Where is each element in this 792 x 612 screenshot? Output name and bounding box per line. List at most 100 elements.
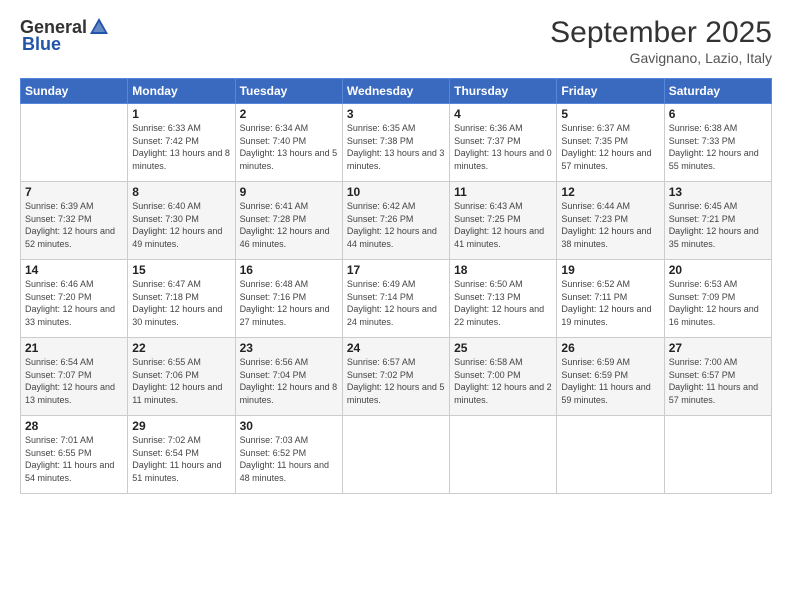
calendar-week-2: 7Sunrise: 6:39 AMSunset: 7:32 PMDaylight… — [21, 182, 772, 260]
day-number: 13 — [669, 185, 767, 199]
day-info: Sunrise: 6:59 AMSunset: 6:59 PMDaylight:… — [561, 356, 659, 406]
day-info: Sunrise: 6:44 AMSunset: 7:23 PMDaylight:… — [561, 200, 659, 250]
calendar-cell: 24Sunrise: 6:57 AMSunset: 7:02 PMDayligh… — [342, 338, 449, 416]
calendar-cell: 15Sunrise: 6:47 AMSunset: 7:18 PMDayligh… — [128, 260, 235, 338]
calendar-table: SundayMondayTuesdayWednesdayThursdayFrid… — [20, 78, 772, 494]
day-number: 15 — [132, 263, 230, 277]
day-number: 1 — [132, 107, 230, 121]
day-info: Sunrise: 6:33 AMSunset: 7:42 PMDaylight:… — [132, 122, 230, 172]
header-day-thursday: Thursday — [450, 79, 557, 104]
header-day-wednesday: Wednesday — [342, 79, 449, 104]
day-number: 11 — [454, 185, 552, 199]
calendar-cell: 5Sunrise: 6:37 AMSunset: 7:35 PMDaylight… — [557, 104, 664, 182]
calendar-cell: 14Sunrise: 6:46 AMSunset: 7:20 PMDayligh… — [21, 260, 128, 338]
calendar-cell: 8Sunrise: 6:40 AMSunset: 7:30 PMDaylight… — [128, 182, 235, 260]
day-number: 6 — [669, 107, 767, 121]
day-info: Sunrise: 6:35 AMSunset: 7:38 PMDaylight:… — [347, 122, 445, 172]
calendar-cell: 19Sunrise: 6:52 AMSunset: 7:11 PMDayligh… — [557, 260, 664, 338]
calendar-week-3: 14Sunrise: 6:46 AMSunset: 7:20 PMDayligh… — [21, 260, 772, 338]
day-info: Sunrise: 6:55 AMSunset: 7:06 PMDaylight:… — [132, 356, 230, 406]
day-info: Sunrise: 6:42 AMSunset: 7:26 PMDaylight:… — [347, 200, 445, 250]
header: General Blue September 2025 Gavignano, L… — [20, 16, 772, 66]
day-info: Sunrise: 6:46 AMSunset: 7:20 PMDaylight:… — [25, 278, 123, 328]
day-number: 12 — [561, 185, 659, 199]
day-info: Sunrise: 6:37 AMSunset: 7:35 PMDaylight:… — [561, 122, 659, 172]
day-number: 17 — [347, 263, 445, 277]
header-day-tuesday: Tuesday — [235, 79, 342, 104]
calendar-week-4: 21Sunrise: 6:54 AMSunset: 7:07 PMDayligh… — [21, 338, 772, 416]
calendar-cell: 11Sunrise: 6:43 AMSunset: 7:25 PMDayligh… — [450, 182, 557, 260]
day-info: Sunrise: 6:54 AMSunset: 7:07 PMDaylight:… — [25, 356, 123, 406]
calendar-cell: 25Sunrise: 6:58 AMSunset: 7:00 PMDayligh… — [450, 338, 557, 416]
header-day-friday: Friday — [557, 79, 664, 104]
calendar-cell: 3Sunrise: 6:35 AMSunset: 7:38 PMDaylight… — [342, 104, 449, 182]
day-number: 8 — [132, 185, 230, 199]
day-number: 20 — [669, 263, 767, 277]
day-info: Sunrise: 7:03 AMSunset: 6:52 PMDaylight:… — [240, 434, 338, 484]
day-info: Sunrise: 6:58 AMSunset: 7:00 PMDaylight:… — [454, 356, 552, 406]
day-info: Sunrise: 6:47 AMSunset: 7:18 PMDaylight:… — [132, 278, 230, 328]
day-info: Sunrise: 7:01 AMSunset: 6:55 PMDaylight:… — [25, 434, 123, 484]
calendar-cell: 12Sunrise: 6:44 AMSunset: 7:23 PMDayligh… — [557, 182, 664, 260]
day-info: Sunrise: 6:50 AMSunset: 7:13 PMDaylight:… — [454, 278, 552, 328]
calendar-cell: 10Sunrise: 6:42 AMSunset: 7:26 PMDayligh… — [342, 182, 449, 260]
day-info: Sunrise: 6:57 AMSunset: 7:02 PMDaylight:… — [347, 356, 445, 406]
calendar-cell: 2Sunrise: 6:34 AMSunset: 7:40 PMDaylight… — [235, 104, 342, 182]
header-day-saturday: Saturday — [664, 79, 771, 104]
day-info: Sunrise: 6:34 AMSunset: 7:40 PMDaylight:… — [240, 122, 338, 172]
logo: General Blue — [20, 16, 111, 55]
day-number: 7 — [25, 185, 123, 199]
day-number: 21 — [25, 341, 123, 355]
day-number: 24 — [347, 341, 445, 355]
day-info: Sunrise: 7:02 AMSunset: 6:54 PMDaylight:… — [132, 434, 230, 484]
day-number: 18 — [454, 263, 552, 277]
day-number: 19 — [561, 263, 659, 277]
calendar-cell: 28Sunrise: 7:01 AMSunset: 6:55 PMDayligh… — [21, 416, 128, 494]
calendar-cell — [664, 416, 771, 494]
day-number: 22 — [132, 341, 230, 355]
calendar-cell — [342, 416, 449, 494]
day-number: 29 — [132, 419, 230, 433]
day-number: 30 — [240, 419, 338, 433]
title-block: September 2025 Gavignano, Lazio, Italy — [550, 16, 772, 66]
calendar-cell: 17Sunrise: 6:49 AMSunset: 7:14 PMDayligh… — [342, 260, 449, 338]
calendar-cell: 1Sunrise: 6:33 AMSunset: 7:42 PMDaylight… — [128, 104, 235, 182]
header-day-monday: Monday — [128, 79, 235, 104]
day-info: Sunrise: 6:56 AMSunset: 7:04 PMDaylight:… — [240, 356, 338, 406]
day-number: 28 — [25, 419, 123, 433]
page-container: General Blue September 2025 Gavignano, L… — [0, 0, 792, 504]
day-number: 25 — [454, 341, 552, 355]
day-number: 4 — [454, 107, 552, 121]
day-number: 10 — [347, 185, 445, 199]
logo-blue-text: Blue — [22, 34, 61, 55]
day-info: Sunrise: 7:00 AMSunset: 6:57 PMDaylight:… — [669, 356, 767, 406]
day-info: Sunrise: 6:43 AMSunset: 7:25 PMDaylight:… — [454, 200, 552, 250]
calendar-cell: 4Sunrise: 6:36 AMSunset: 7:37 PMDaylight… — [450, 104, 557, 182]
calendar-cell: 13Sunrise: 6:45 AMSunset: 7:21 PMDayligh… — [664, 182, 771, 260]
calendar-cell — [557, 416, 664, 494]
calendar-cell: 9Sunrise: 6:41 AMSunset: 7:28 PMDaylight… — [235, 182, 342, 260]
day-number: 9 — [240, 185, 338, 199]
day-number: 3 — [347, 107, 445, 121]
day-info: Sunrise: 6:41 AMSunset: 7:28 PMDaylight:… — [240, 200, 338, 250]
day-info: Sunrise: 6:36 AMSunset: 7:37 PMDaylight:… — [454, 122, 552, 172]
calendar-cell — [21, 104, 128, 182]
calendar-cell: 30Sunrise: 7:03 AMSunset: 6:52 PMDayligh… — [235, 416, 342, 494]
calendar-week-1: 1Sunrise: 6:33 AMSunset: 7:42 PMDaylight… — [21, 104, 772, 182]
day-info: Sunrise: 6:39 AMSunset: 7:32 PMDaylight:… — [25, 200, 123, 250]
day-number: 26 — [561, 341, 659, 355]
header-day-sunday: Sunday — [21, 79, 128, 104]
day-number: 27 — [669, 341, 767, 355]
calendar-week-5: 28Sunrise: 7:01 AMSunset: 6:55 PMDayligh… — [21, 416, 772, 494]
calendar-cell: 20Sunrise: 6:53 AMSunset: 7:09 PMDayligh… — [664, 260, 771, 338]
calendar-cell: 22Sunrise: 6:55 AMSunset: 7:06 PMDayligh… — [128, 338, 235, 416]
day-info: Sunrise: 6:53 AMSunset: 7:09 PMDaylight:… — [669, 278, 767, 328]
calendar-cell: 7Sunrise: 6:39 AMSunset: 7:32 PMDaylight… — [21, 182, 128, 260]
month-title: September 2025 — [550, 16, 772, 50]
calendar-cell: 26Sunrise: 6:59 AMSunset: 6:59 PMDayligh… — [557, 338, 664, 416]
calendar-cell — [450, 416, 557, 494]
calendar-cell: 23Sunrise: 6:56 AMSunset: 7:04 PMDayligh… — [235, 338, 342, 416]
subtitle: Gavignano, Lazio, Italy — [550, 50, 772, 66]
day-number: 2 — [240, 107, 338, 121]
day-number: 16 — [240, 263, 338, 277]
